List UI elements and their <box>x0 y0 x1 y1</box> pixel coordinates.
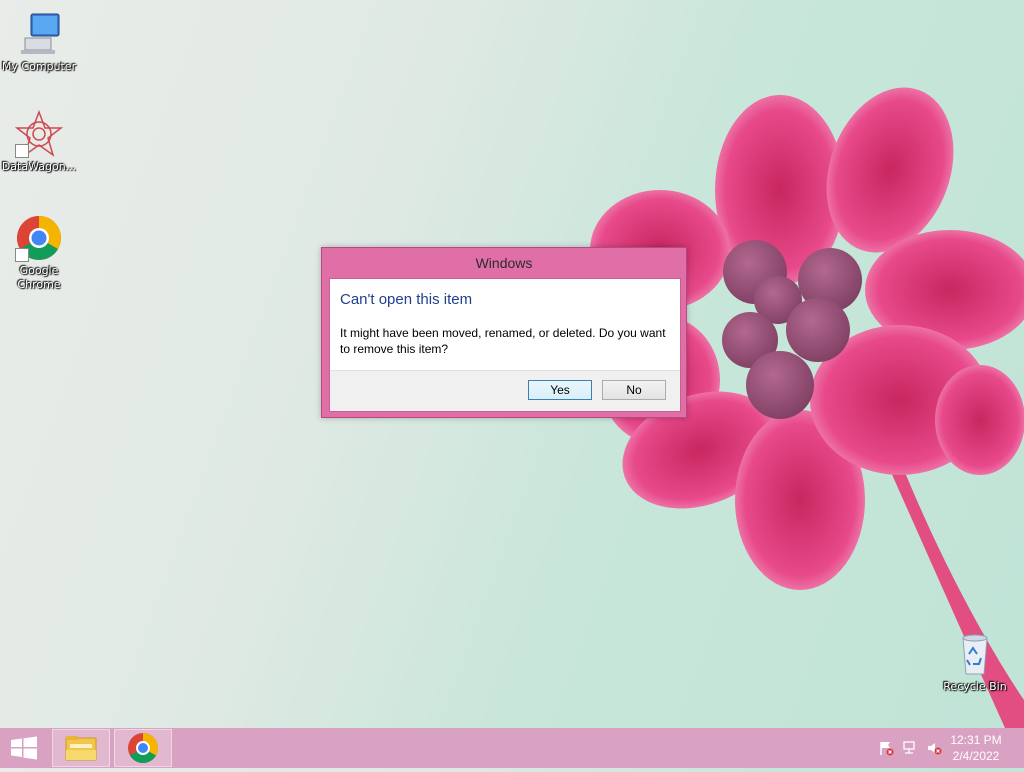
yes-button[interactable]: Yes <box>528 380 592 400</box>
chrome-icon <box>15 214 63 262</box>
system-tray: 12:31 PM 2/4/2022 <box>864 728 1024 768</box>
taskbar-file-explorer[interactable] <box>52 729 110 767</box>
volume-muted-icon[interactable] <box>926 740 942 756</box>
desktop-icon-label: Google Chrome <box>17 264 61 291</box>
desktop-icon-label: DataWagon... <box>1 160 77 173</box>
desktop-icon-datawagon[interactable]: DataWagon... <box>0 109 78 174</box>
no-button[interactable]: No <box>602 380 666 400</box>
taskbar: 12:31 PM 2/4/2022 <box>0 728 1024 768</box>
taskbar-chrome[interactable] <box>114 729 172 767</box>
shortcut-arrow-icon <box>15 144 29 158</box>
network-icon[interactable] <box>902 740 918 756</box>
dialog-message: It might have been moved, renamed, or de… <box>340 326 666 356</box>
desktop-icon-label: My Computer <box>1 60 77 73</box>
recycle-bin-icon <box>951 630 999 678</box>
error-dialog: Windows Can't open this item It might ha… <box>321 247 687 418</box>
desktop-icon-label: Recycle Bin <box>943 680 1007 693</box>
dialog-heading: Can't open this item <box>340 291 473 308</box>
clock-time: 12:31 PM <box>950 733 1002 747</box>
desktop-icon-recycle-bin[interactable]: Recycle Bin <box>936 630 1014 694</box>
desktop-icon-my-computer[interactable]: My Computer <box>0 10 78 74</box>
desktop-icon-google-chrome[interactable]: Google Chrome <box>0 214 78 292</box>
computer-icon <box>15 10 63 58</box>
desktop: My Computer DataWagon... Google Chrome R… <box>0 0 1024 728</box>
dialog-title: Windows <box>475 255 533 271</box>
action-center-flag-icon[interactable] <box>878 740 894 756</box>
dialog-body: Can't open this item It might have been … <box>329 278 681 412</box>
shortcut-arrow-icon <box>15 248 29 262</box>
file-explorer-icon <box>53 736 109 770</box>
dialog-footer: Yes No <box>330 370 680 411</box>
clock-date: 2/4/2022 <box>952 749 1000 763</box>
clock[interactable]: 12:31 PM 2/4/2022 <box>946 732 1006 764</box>
start-button[interactable] <box>0 728 48 768</box>
chrome-icon <box>115 733 171 770</box>
windows-logo-icon <box>0 736 48 772</box>
datawagon-icon <box>14 109 64 158</box>
